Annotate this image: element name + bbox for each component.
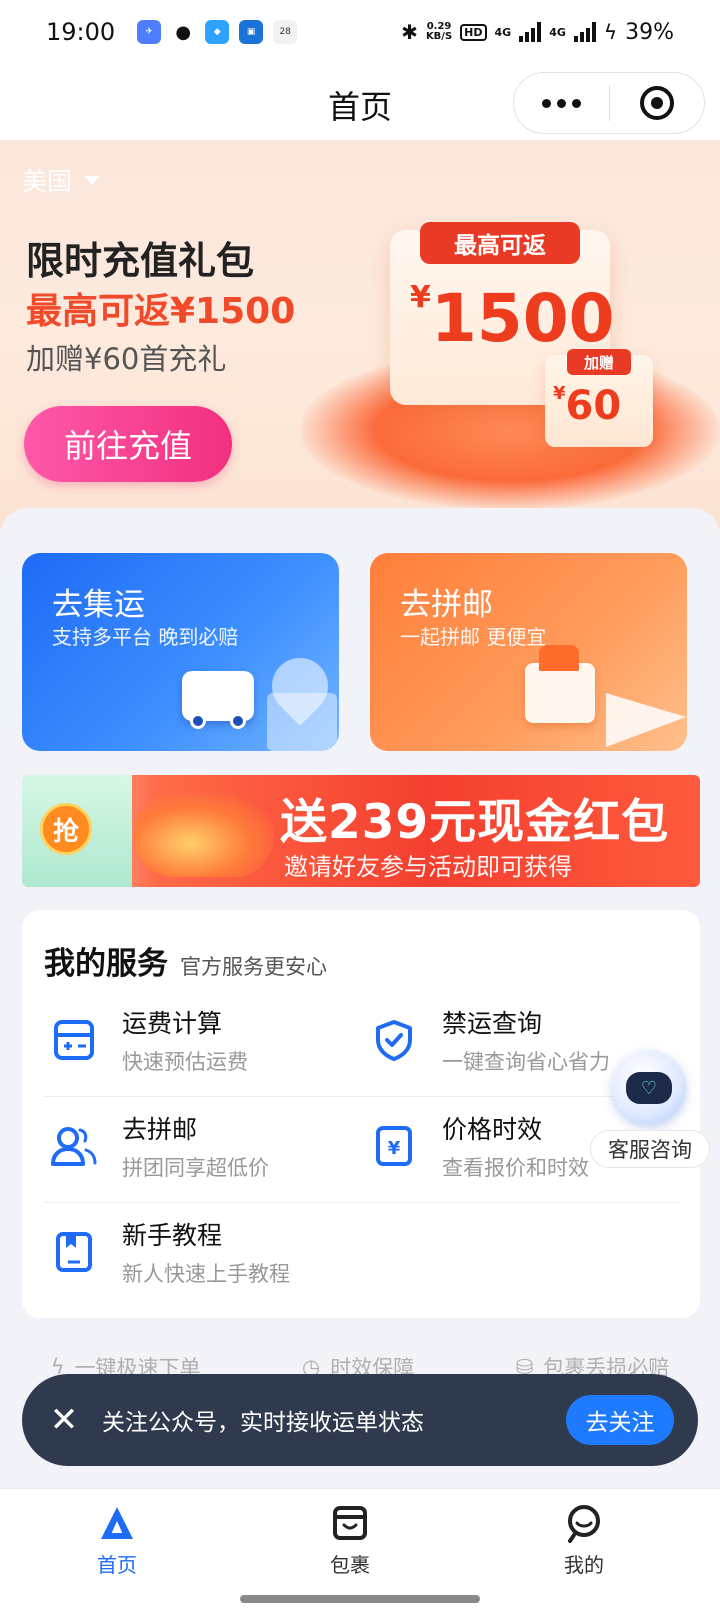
signal-icon (573, 22, 596, 42)
tab-home[interactable]: 首页 (57, 1501, 177, 1581)
tile-title: 去拼邮 (400, 587, 493, 623)
home-icon (95, 1501, 139, 1545)
close-miniprogram-button[interactable] (610, 73, 704, 133)
app-notification-icon: ◆ (205, 20, 230, 44)
bottom-tab-bar: 首页 包裹 我的 (0, 1488, 720, 1612)
service-desc: 查看报价和时效 (442, 1156, 589, 1180)
calendar-icon: 28 (273, 20, 298, 44)
service-item-freight-calc[interactable]: 运费计算 快速预估运费 (22, 990, 342, 1090)
dot-icon (557, 98, 566, 108)
gift-tag: 加赠 (567, 349, 631, 375)
app-notification-icon: ✈ (137, 20, 162, 44)
follow-account-toast: ✕ 关注公众号，实时接收运单状态 去关注 (22, 1374, 698, 1466)
bluetooth-icon: ✱ (401, 20, 418, 44)
close-icon[interactable]: ✕ (44, 1400, 84, 1440)
truck-icon (182, 671, 254, 729)
region-label: 美国 (22, 167, 73, 196)
shield-check-icon (364, 1010, 424, 1070)
price-tag-icon: ¥ (364, 1116, 424, 1176)
banner-title: 送239元现金红包 (280, 795, 670, 850)
service-desc: 拼团同享超低价 (122, 1156, 269, 1180)
miniprogram-capsule (513, 72, 705, 134)
services-header: 我的服务 官方服务更安心 (44, 938, 327, 983)
service-item-beginner-tutorial[interactable]: 新手教程 新人快速上手教程 (22, 1202, 342, 1302)
tab-packages[interactable]: 包裹 (290, 1501, 410, 1581)
tab-label: 包裹 (330, 1553, 370, 1577)
promo-tag: 最高可返 (420, 222, 580, 264)
users-icon (44, 1116, 104, 1176)
service-desc: 一键查询省心省力 (442, 1050, 610, 1074)
tab-me[interactable]: 我的 (524, 1501, 644, 1581)
gift-amount: ¥60 (553, 383, 622, 429)
status-time: 19:00 (46, 18, 116, 46)
package-icon (328, 1501, 372, 1545)
sig2-label: 4G (549, 25, 566, 39)
hd-badge: HD (460, 23, 487, 41)
wechat-icon: ● (171, 20, 196, 44)
region-selector[interactable]: 美国 (22, 162, 101, 198)
tile-subtitle: 支持多平台 晚到必赔 (52, 625, 239, 649)
service-name: 价格时效 (442, 1115, 543, 1144)
toast-message: 关注公众号，实时接收运单状态 (102, 1410, 424, 1436)
customer-service-label: 客服咨询 (590, 1130, 710, 1168)
grab-badge: 抢 (40, 803, 92, 855)
group-shipping-tile[interactable]: 去拼邮 一起拼邮 更便宜 (370, 553, 687, 751)
robot-icon: ♡ (612, 1050, 686, 1124)
paper-plane-icon (606, 693, 686, 747)
status-app-icons: ✈ ● ◆ ▣ 28 (137, 20, 298, 44)
promo-amount: ¥1500 (410, 280, 615, 357)
caret-down-icon (84, 175, 101, 185)
hero-bonus: 加赠¥60首充礼 (26, 342, 227, 376)
svg-text:¥: ¥ (388, 1138, 401, 1159)
services-title: 我的服务 (44, 946, 168, 982)
service-desc: 新人快速上手教程 (122, 1262, 290, 1286)
box-icon (267, 693, 337, 751)
service-desc: 快速预估运费 (122, 1050, 248, 1074)
follow-button[interactable]: 去关注 (566, 1395, 674, 1445)
service-name: 禁运查询 (442, 1009, 543, 1038)
book-icon (44, 1222, 104, 1282)
heart-icon: ♡ (626, 1072, 672, 1104)
consolidated-shipping-tile[interactable]: 去集运 支持多平台 晚到必赔 (22, 553, 339, 751)
status-bar: 19:00 ✈ ● ◆ ▣ 28 ✱ 0.29 KB/S HD 4G 4G ϟ 3… (0, 0, 720, 64)
charging-icon: ϟ (603, 20, 618, 44)
red-packet-banner[interactable]: 抢 送239元现金红包 邀请好友参与活动即可获得 (22, 775, 700, 887)
services-subtitle: 官方服务更安心 (180, 955, 327, 979)
hero-banner[interactable]: 美国 最高可返 ¥1500 加赠 ¥60 限时充值礼包 最高可返¥1500 加赠… (0, 140, 720, 530)
home-indicator (240, 1595, 480, 1603)
user-icon (562, 1501, 606, 1545)
gift-card: 加赠 ¥60 (545, 349, 653, 447)
tab-label: 首页 (97, 1553, 137, 1577)
calculator-icon (44, 1010, 104, 1070)
status-indicators: ✱ 0.29 KB/S HD 4G 4G ϟ 39% (401, 20, 674, 45)
title-bar: 首页 (0, 64, 720, 140)
customer-service-float-button[interactable]: ♡ 客服咨询 (590, 1050, 720, 1180)
service-name: 运费计算 (122, 1009, 223, 1038)
dot-icon (542, 98, 551, 108)
sig1-label: 4G (494, 25, 512, 39)
net-speed: 0.29 KB/S (425, 21, 453, 42)
signal-icon (519, 22, 542, 42)
hero-title: 限时充值礼包 (26, 239, 255, 283)
basket-icon (525, 645, 595, 723)
more-button[interactable] (514, 73, 609, 133)
hero-subtitle: 最高可返¥1500 (26, 291, 296, 332)
coupon-graphic: 抢 (22, 775, 132, 887)
recharge-button[interactable]: 前往充值 (24, 406, 232, 482)
dot-icon (572, 98, 581, 108)
battery-percent: 39% (625, 19, 674, 45)
app-notification-icon: ▣ (239, 20, 264, 44)
tab-label: 我的 (564, 1553, 604, 1577)
tile-title: 去集运 (52, 587, 145, 623)
tile-subtitle: 一起拼邮 更便宜 (400, 625, 547, 649)
banner-subtitle: 邀请好友参与活动即可获得 (284, 853, 572, 881)
gift-box-graphic (134, 793, 274, 877)
target-icon (640, 86, 674, 120)
service-name: 去拼邮 (122, 1115, 198, 1144)
service-item-group-shipping[interactable]: 去拼邮 拼团同享超低价 (22, 1096, 342, 1196)
service-name: 新手教程 (122, 1221, 223, 1250)
